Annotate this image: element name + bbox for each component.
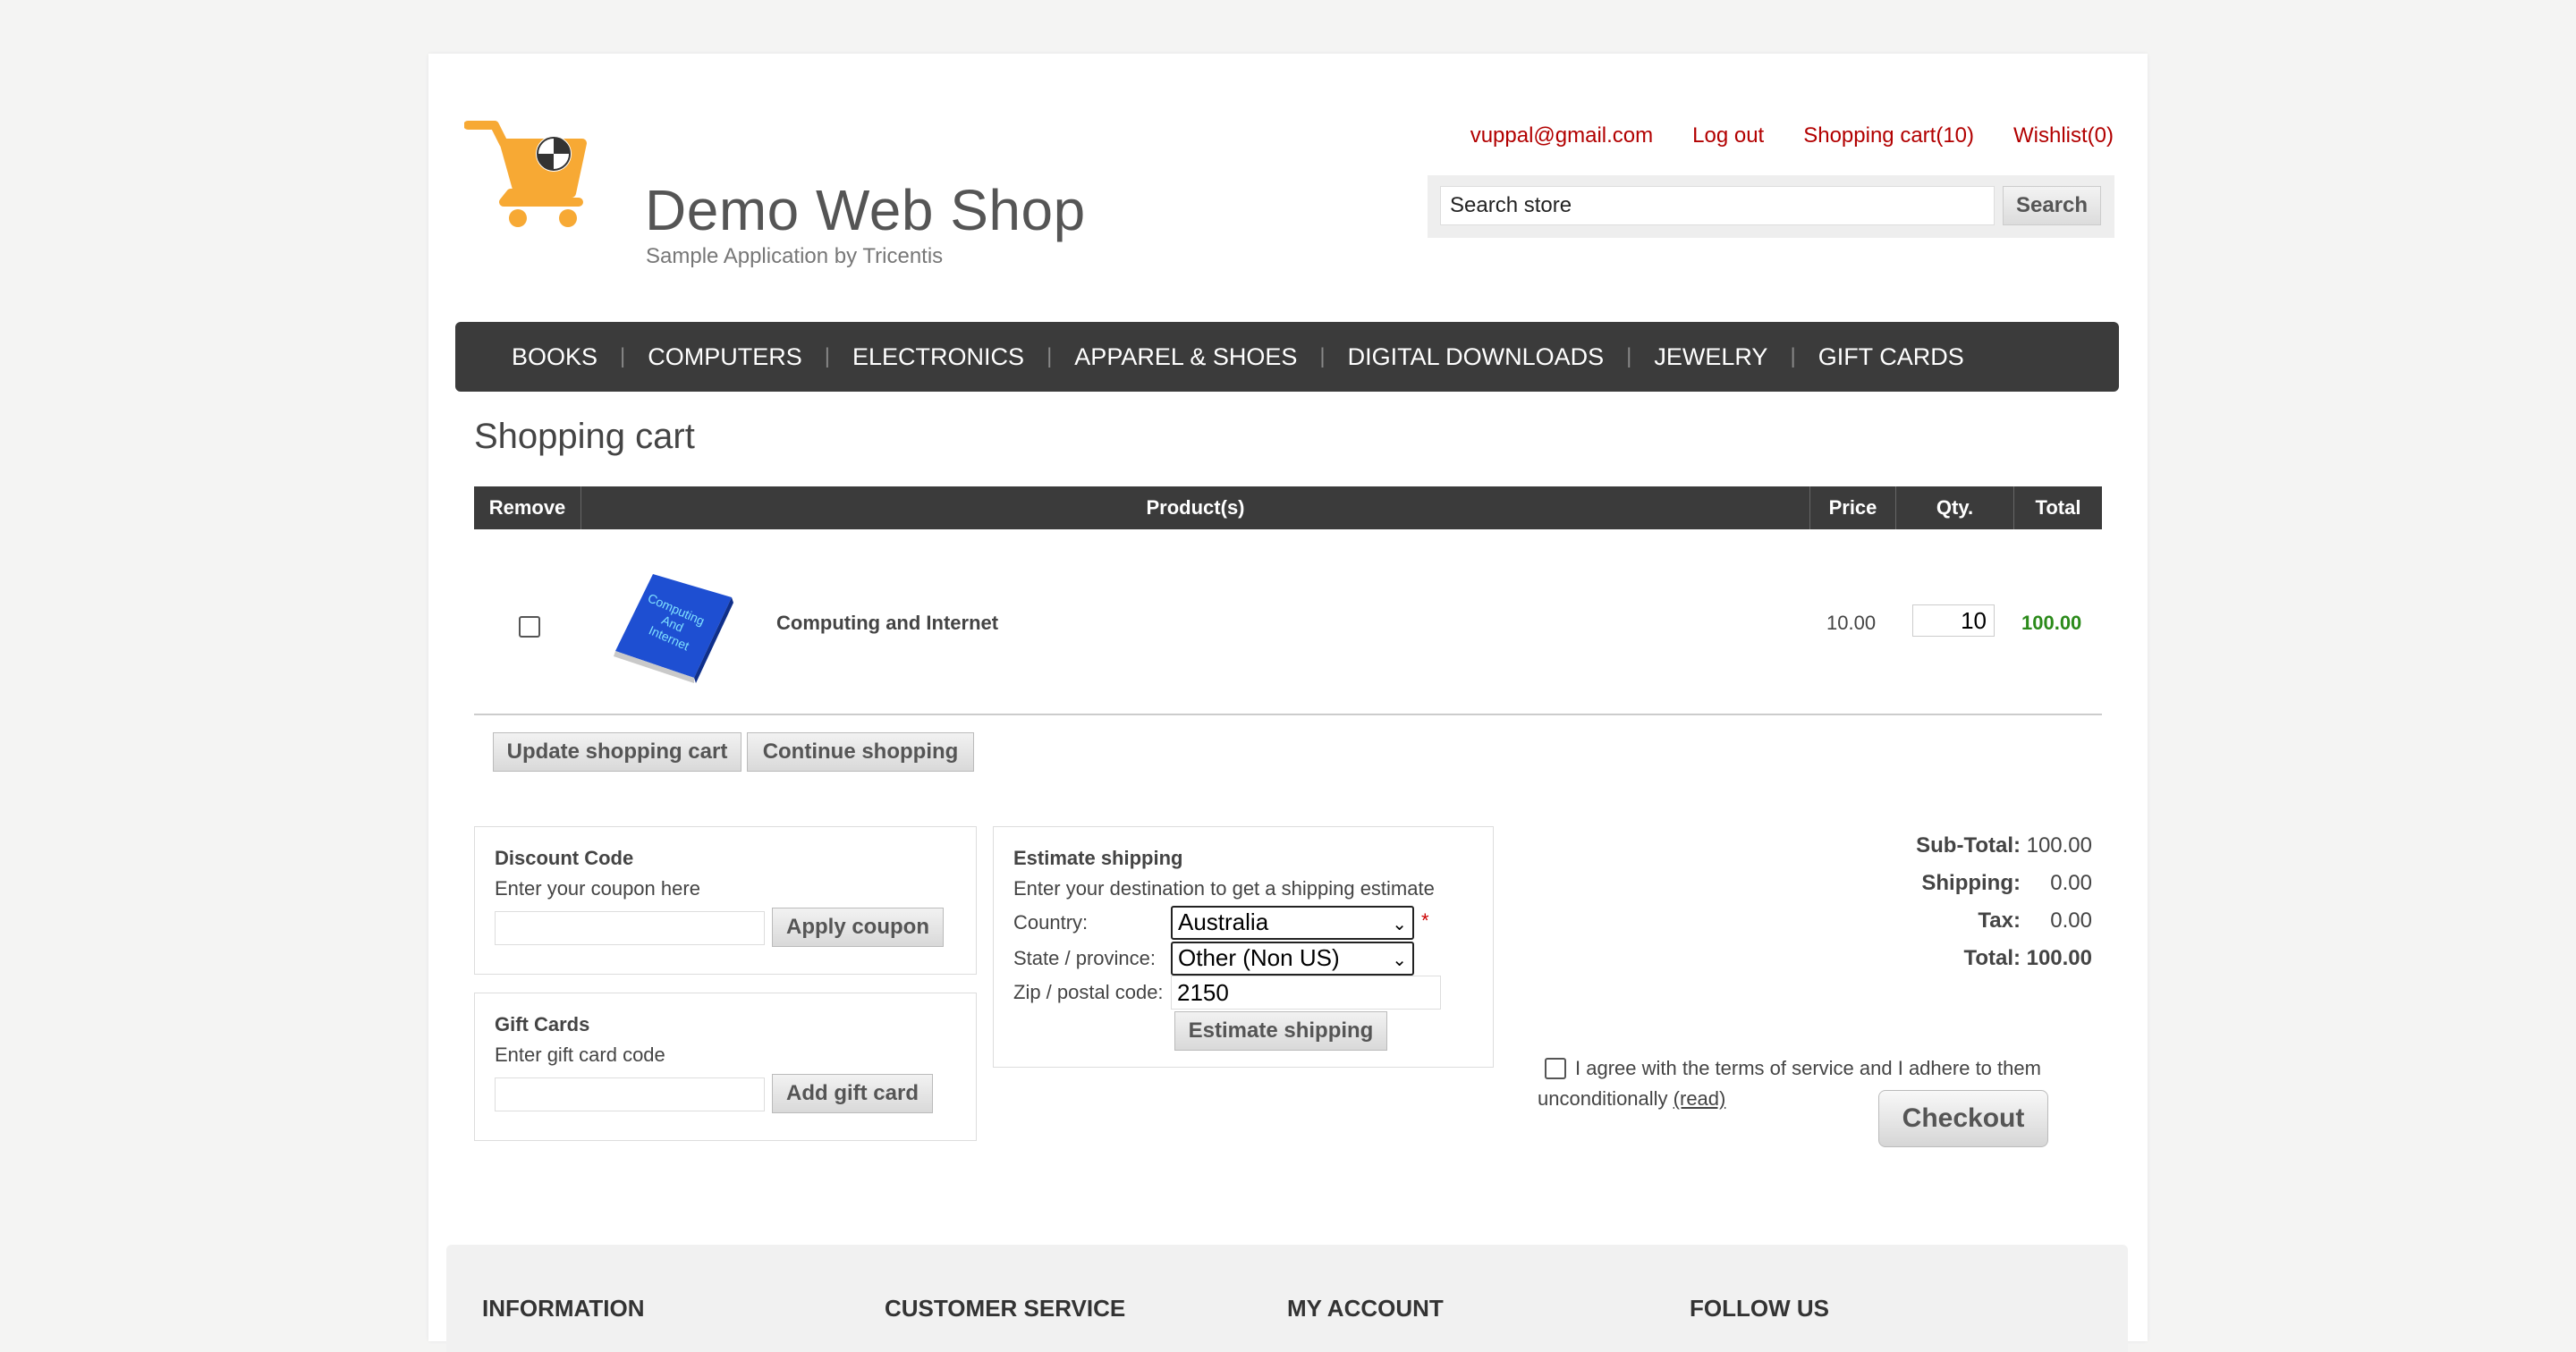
menu-item-apparel-shoes[interactable]: APPAREL & SHOES [1074, 343, 1297, 371]
quantity-input[interactable] [1912, 604, 1995, 637]
gift-card-box: Gift Cards Enter gift card code Add gift… [474, 993, 977, 1141]
terms-read-link[interactable]: (read) [1674, 1087, 1726, 1110]
state-select[interactable]: Other (Non US) ⌄ [1171, 942, 1414, 976]
footer-heading-my-account: MY ACCOUNT [1287, 1295, 1444, 1322]
subtotal-value: 100.00 [2026, 833, 2092, 858]
estimate-shipping-box: Estimate shipping Enter your destination… [993, 826, 1494, 1068]
discount-code-title: Discount Code [495, 847, 634, 869]
logo-subtitle: Sample Application by Tricentis [646, 244, 944, 268]
estimate-shipping-title: Estimate shipping [1013, 847, 1183, 869]
total-label: Total: [1963, 946, 2021, 970]
column-header-qty: Qty. [1896, 486, 2014, 529]
footer-heading-follow-us: FOLLOW US [1690, 1295, 1829, 1322]
tax-row: Tax: 0.00 [1842, 908, 2146, 946]
discount-code-box: Discount Code Enter your coupon here App… [474, 826, 977, 975]
menu-item-digital-downloads[interactable]: DIGITAL DOWNLOADS [1348, 343, 1605, 371]
chevron-down-icon: ⌄ [1392, 915, 1407, 934]
total-row: Total: 100.00 [1842, 946, 2146, 984]
logo[interactable]: Demo Web Shop Sample Application by Tric… [464, 116, 1085, 277]
discount-code-hint: Enter your coupon here [495, 877, 700, 900]
coupon-code-input[interactable] [495, 911, 765, 945]
menu-separator: | [1626, 344, 1632, 368]
subtotal-label: Sub-Total: [1916, 833, 2021, 858]
country-select-value: Australia [1178, 908, 1269, 935]
shipping-row: Shipping: 0.00 [1842, 871, 2146, 908]
menu-item-computers[interactable]: COMPUTERS [648, 343, 802, 371]
footer-heading-customer-service: CUSTOMER SERVICE [885, 1295, 1126, 1322]
footer-heading-information: INFORMATION [482, 1295, 645, 1322]
menu-separator: | [620, 344, 626, 368]
menu-separator: | [1046, 344, 1053, 368]
continue-shopping-button[interactable]: Continue shopping [747, 732, 974, 772]
required-marker: * [1421, 909, 1429, 932]
top-menu: BOOKS | COMPUTERS | ELECTRONICS | APPARE… [455, 322, 2119, 392]
menu-separator: | [824, 344, 831, 368]
menu-item-electronics[interactable]: ELECTRONICS [852, 343, 1024, 371]
table-row: Computing And Internet Computing and Int… [474, 529, 2102, 715]
zip-label: Zip / postal code: [1013, 981, 1164, 1003]
estimate-shipping-button[interactable]: Estimate shipping [1174, 1011, 1387, 1051]
cart-logo-icon [464, 121, 587, 227]
account-email-link[interactable]: vuppal@gmail.com [1470, 123, 1653, 148]
update-cart-button[interactable]: Update shopping cart [493, 732, 741, 772]
subtotal-row: Sub-Total: 100.00 [1842, 833, 2146, 871]
tax-value: 0.00 [2050, 908, 2092, 933]
page-container: Demo Web Shop Sample Application by Tric… [428, 54, 2148, 1352]
header-links: vuppal@gmail.com Log out Shopping cart(1… [1470, 123, 2114, 148]
footer: INFORMATION CUSTOMER SERVICE MY ACCOUNT … [446, 1245, 2128, 1352]
menu-separator: | [1790, 344, 1796, 368]
menu-separator: | [1319, 344, 1326, 368]
search-button[interactable]: Search [2003, 186, 2101, 225]
terms-checkbox[interactable] [1545, 1058, 1566, 1079]
column-header-price: Price [1810, 486, 1896, 529]
menu-item-gift-cards[interactable]: GIFT CARDS [1818, 343, 1964, 371]
menu-item-jewelry[interactable]: JEWELRY [1654, 343, 1767, 371]
column-header-total: Total [2035, 496, 2081, 519]
state-label: State / province: [1013, 947, 1156, 969]
column-header-products: Product(s) [581, 486, 1810, 529]
column-header-remove: Remove [474, 486, 581, 529]
zip-input[interactable] [1171, 976, 1441, 1010]
product-name-link[interactable]: Computing and Internet [776, 612, 998, 635]
country-label: Country: [1013, 911, 1089, 934]
gift-card-code-input[interactable] [495, 1077, 765, 1111]
remove-checkbox[interactable] [519, 616, 540, 638]
product-subtotal: 100.00 [2021, 612, 2082, 634]
cart-table-header: Remove Product(s) Price Qty. Total [474, 486, 2102, 529]
tax-label: Tax: [1978, 908, 2021, 933]
add-gift-card-button[interactable]: Add gift card [772, 1074, 933, 1113]
wishlist-link[interactable]: Wishlist(0) [2013, 123, 2114, 148]
shipping-value: 0.00 [2050, 871, 2092, 895]
apply-coupon-button[interactable]: Apply coupon [772, 908, 944, 947]
state-select-value: Other (Non US) [1178, 944, 1340, 971]
gift-card-title: Gift Cards [495, 1013, 590, 1035]
chevron-down-icon: ⌄ [1392, 951, 1407, 970]
shopping-cart-link[interactable]: Shopping cart(10) [1803, 123, 1974, 148]
product-price: 10.00 [1826, 612, 1877, 634]
logout-link[interactable]: Log out [1692, 123, 1764, 148]
shipping-label: Shipping: [1921, 871, 2021, 895]
search-box: Search [1428, 175, 2114, 238]
checkout-button[interactable]: Checkout [1878, 1090, 2048, 1147]
total-value: 100.00 [2026, 946, 2092, 970]
search-input[interactable] [1440, 186, 1995, 225]
page-title: Shopping cart [474, 417, 695, 456]
product-image[interactable]: Computing And Internet [599, 558, 739, 683]
menu-item-books[interactable]: BOOKS [512, 343, 597, 371]
cart-table: Remove Product(s) Price Qty. Total Compu… [474, 486, 2102, 715]
order-totals: Sub-Total: 100.00 Shipping: 0.00 Tax: 0.… [1842, 833, 2146, 984]
estimate-shipping-hint: Enter your destination to get a shipping… [1013, 877, 1435, 900]
country-select[interactable]: Australia ⌄ [1171, 906, 1414, 940]
logo-title: Demo Web Shop [645, 178, 1086, 242]
gift-card-hint: Enter gift card code [495, 1044, 665, 1066]
